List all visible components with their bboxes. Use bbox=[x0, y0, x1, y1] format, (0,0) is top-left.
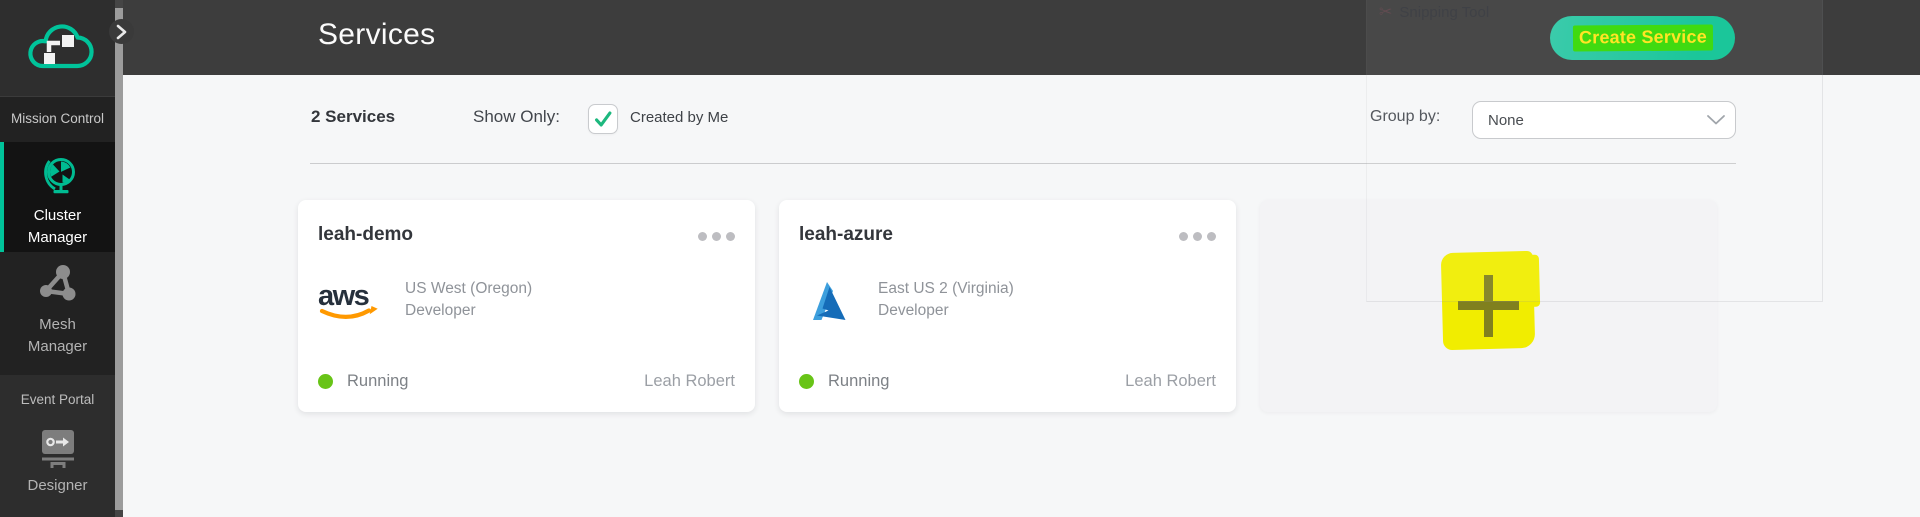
sidebar: Mission Control Cluster Manager Mesh Man… bbox=[0, 0, 123, 517]
service-cards-row: leah-demo aws US West (Oregon) Developer bbox=[298, 200, 1717, 412]
group-by-label: Group by: bbox=[1370, 108, 1441, 125]
status-running-icon bbox=[799, 374, 814, 389]
service-tier: Developer bbox=[878, 302, 949, 319]
sidebar-item-cluster-manager[interactable]: Cluster Manager bbox=[0, 142, 115, 252]
service-owner: Leah Robert bbox=[644, 372, 735, 390]
sidebar-expand-button[interactable] bbox=[109, 19, 134, 44]
mesh-manager-label: Mesh Manager bbox=[27, 316, 88, 355]
designer-label: Designer bbox=[27, 477, 88, 494]
checkmark-icon bbox=[595, 111, 612, 127]
mission-control-label: Mission Control bbox=[10, 111, 105, 126]
service-owner: Leah Robert bbox=[1125, 372, 1216, 390]
service-name: leah-demo bbox=[318, 224, 414, 245]
event-portal-label[interactable]: Event Portal bbox=[0, 375, 115, 407]
created-by-me-checkbox[interactable] bbox=[588, 104, 618, 134]
create-service-button[interactable]: Create Service bbox=[1550, 16, 1735, 60]
cluster-manager-label: Cluster Manager bbox=[27, 207, 88, 246]
ellipsis-icon bbox=[698, 232, 707, 241]
sidebar-item-designer[interactable]: Designer bbox=[0, 407, 115, 497]
page-title: Services bbox=[318, 18, 436, 51]
created-by-me-label: Created by Me bbox=[630, 109, 729, 126]
toolbar-divider bbox=[310, 163, 1736, 164]
network-icon bbox=[39, 265, 75, 301]
plus-icon[interactable] bbox=[1260, 200, 1717, 412]
status-running-icon bbox=[318, 374, 333, 389]
azure-logo bbox=[813, 282, 846, 320]
service-region: East US 2 (Virginia) bbox=[878, 280, 1014, 297]
event-portal-section: Event Portal Designer bbox=[0, 375, 115, 517]
create-service-label-highlighted: Create Service bbox=[1572, 24, 1713, 52]
app-logo[interactable] bbox=[0, 0, 115, 97]
add-service-card[interactable] bbox=[1260, 200, 1717, 412]
service-status: Running bbox=[347, 372, 409, 390]
chevron-down-icon bbox=[1707, 115, 1725, 125]
services-count: 2 Services bbox=[311, 107, 396, 126]
service-name: leah-azure bbox=[799, 224, 893, 245]
globe-icon bbox=[43, 158, 75, 194]
top-header: Services Create Service bbox=[123, 0, 1920, 75]
aws-logo: aws bbox=[318, 280, 378, 319]
service-card-leah-demo[interactable]: leah-demo aws US West (Oregon) Developer bbox=[298, 200, 755, 412]
show-only-label: Show Only: bbox=[473, 107, 560, 126]
sidebar-scrollbar-thumb[interactable] bbox=[115, 8, 123, 510]
sidebar-scrollbar bbox=[115, 0, 123, 517]
mission-control-section: Mission Control Cluster Manager Mesh Man… bbox=[0, 97, 115, 375]
service-menu-button[interactable] bbox=[1177, 230, 1218, 243]
solace-cloud-logo-icon bbox=[27, 24, 94, 69]
service-status: Running bbox=[828, 372, 890, 390]
services-content: 2 Services Show Only: Created by Me Grou… bbox=[123, 75, 1920, 517]
service-menu-button[interactable] bbox=[696, 230, 737, 243]
chevron-right-icon bbox=[116, 24, 127, 39]
ellipsis-icon bbox=[1179, 232, 1188, 241]
service-tier: Developer bbox=[405, 302, 476, 319]
service-card-leah-azure[interactable]: leah-azure East US 2 (Virginia) Develope… bbox=[779, 200, 1236, 412]
sidebar-item-mesh-manager[interactable]: Mesh Manager bbox=[0, 252, 115, 375]
group-by-dropdown[interactable]: None bbox=[1472, 101, 1736, 139]
service-region: US West (Oregon) bbox=[405, 280, 533, 297]
svg-text:aws: aws bbox=[318, 280, 369, 312]
monitor-icon bbox=[41, 430, 74, 468]
group-by-selected-value: None bbox=[1488, 111, 1524, 129]
